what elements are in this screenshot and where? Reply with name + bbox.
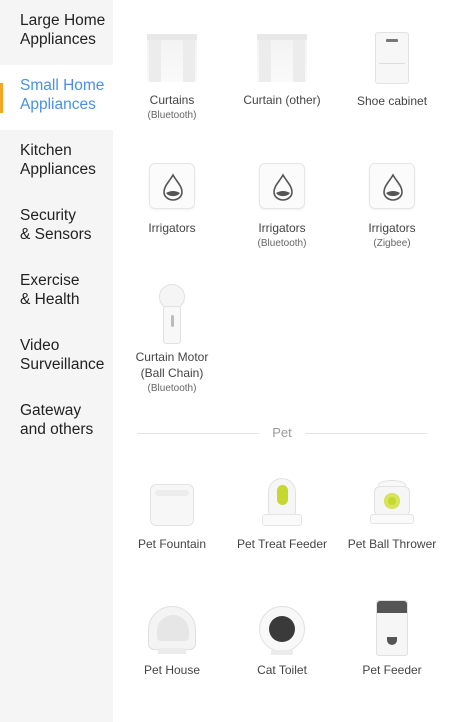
sidebar-item-label: Small Home xyxy=(20,77,105,94)
device-label: Pet Fountain xyxy=(137,537,207,551)
device-sublabel: (Bluetooth) xyxy=(147,383,197,394)
device-sublabel: (Bluetooth) xyxy=(147,110,197,121)
device-label: Curtains xyxy=(149,93,195,107)
device-sublabel: (Zigbee) xyxy=(373,238,411,249)
sidebar-item-label: Exercise xyxy=(20,272,80,289)
device-label: Irrigators xyxy=(258,221,306,235)
feeder-body xyxy=(268,478,296,516)
pet-treat-feeder-icon xyxy=(262,478,302,528)
sidebar-item-label: Appliances xyxy=(20,30,96,48)
device-tile-curtain-other[interactable]: Curtain (other) xyxy=(226,34,338,108)
sidebar-item-security-sensors[interactable]: Security & Sensors xyxy=(0,195,113,260)
sidebar-item-video-surveillance[interactable]: Video Surveillance xyxy=(0,325,113,390)
device-grid: Curtains (Bluetooth) Curtain (other) Sho… xyxy=(113,0,450,722)
pet-ball-thrower-icon xyxy=(370,480,414,526)
device-label: Cat Toilet xyxy=(257,663,307,677)
category-sidebar: Large Home Appliances Small Home Applian… xyxy=(0,0,113,722)
thrower-base xyxy=(370,514,414,524)
sidebar-item-label: Appliances xyxy=(20,95,96,113)
sidebar-item-label: Video xyxy=(20,337,60,354)
sidebar-item-kitchen-appliances[interactable]: Kitchen Appliances xyxy=(0,130,113,195)
pet-house-icon xyxy=(148,606,196,656)
device-tile-pet-fountain[interactable]: Pet Fountain xyxy=(116,484,228,552)
sidebar-item-label: Kitchen xyxy=(20,142,72,159)
device-label: Pet Ball Thrower xyxy=(347,537,437,551)
device-tile-irrigators[interactable]: Irrigators xyxy=(116,163,228,236)
pet-section-divider: Pet xyxy=(137,424,427,442)
device-label: Irrigators xyxy=(148,221,196,235)
toilet-base xyxy=(271,650,293,655)
house-dome xyxy=(148,606,196,650)
sidebar-item-label: Surveillance xyxy=(20,355,105,373)
sidebar-item-label: Security xyxy=(20,207,76,224)
sidebar-item-label: Gateway xyxy=(20,402,82,419)
thrower-body xyxy=(374,486,410,516)
device-label: Curtain Motor xyxy=(135,350,209,364)
shoe-cabinet-icon xyxy=(375,32,409,84)
device-label: Shoe cabinet xyxy=(356,94,428,108)
device-tile-shoe-cabinet[interactable]: Shoe cabinet xyxy=(336,32,448,109)
device-tile-curtain-motor[interactable]: Curtain Motor (Ball Chain) (Bluetooth) xyxy=(116,284,228,396)
device-tile-pet-feeder[interactable]: Pet Feeder xyxy=(336,600,448,678)
house-base xyxy=(158,648,186,654)
curtain-icon xyxy=(257,34,307,82)
device-tile-pet-ball-thrower[interactable]: Pet Ball Thrower xyxy=(336,480,448,552)
device-label: Pet Feeder xyxy=(362,663,422,677)
irrigator-icon xyxy=(259,163,305,209)
device-tile-irrigators-zigbee[interactable]: Irrigators (Zigbee) xyxy=(336,163,448,251)
toilet-body xyxy=(259,606,305,652)
sidebar-item-gateway-others[interactable]: Gateway and others xyxy=(0,390,113,455)
motor-body xyxy=(163,306,181,344)
device-tile-irrigators-bluetooth[interactable]: Irrigators (Bluetooth) xyxy=(226,163,338,251)
sidebar-item-label: & Sensors xyxy=(20,225,92,243)
irrigator-icon xyxy=(369,163,415,209)
sidebar-item-label: & Health xyxy=(20,290,80,308)
device-sublabel: (Bluetooth) xyxy=(257,238,307,249)
device-label-line2: (Ball Chain) xyxy=(140,366,204,380)
sidebar-item-small-home-appliances[interactable]: Small Home Appliances xyxy=(0,65,113,130)
curtain-motor-icon xyxy=(157,284,187,346)
pet-fountain-icon xyxy=(150,484,194,526)
device-tile-pet-house[interactable]: Pet House xyxy=(116,606,228,678)
cat-toilet-icon xyxy=(259,606,305,656)
sidebar-item-label: Appliances xyxy=(20,160,96,178)
device-label: Curtain (other) xyxy=(243,93,321,107)
curtain-icon xyxy=(147,34,197,82)
device-tile-cat-toilet[interactable]: Cat Toilet xyxy=(226,606,338,678)
device-label: Pet House xyxy=(143,663,201,677)
sidebar-item-label: Large Home xyxy=(20,12,106,29)
device-label: Pet Treat Feeder xyxy=(236,537,328,551)
irrigator-icon xyxy=(149,163,195,209)
divider-line xyxy=(305,433,427,434)
feeder-base xyxy=(262,514,302,526)
sidebar-item-exercise-health[interactable]: Exercise & Health xyxy=(0,260,113,325)
device-tile-curtains-bluetooth[interactable]: Curtains (Bluetooth) xyxy=(116,34,228,123)
device-tile-pet-treat-feeder[interactable]: Pet Treat Feeder xyxy=(226,478,338,552)
device-label: Irrigators xyxy=(368,221,416,235)
sidebar-item-label: and others xyxy=(20,420,94,438)
sidebar-item-large-home-appliances[interactable]: Large Home Appliances xyxy=(0,0,113,65)
pet-feeder-icon xyxy=(376,600,408,656)
